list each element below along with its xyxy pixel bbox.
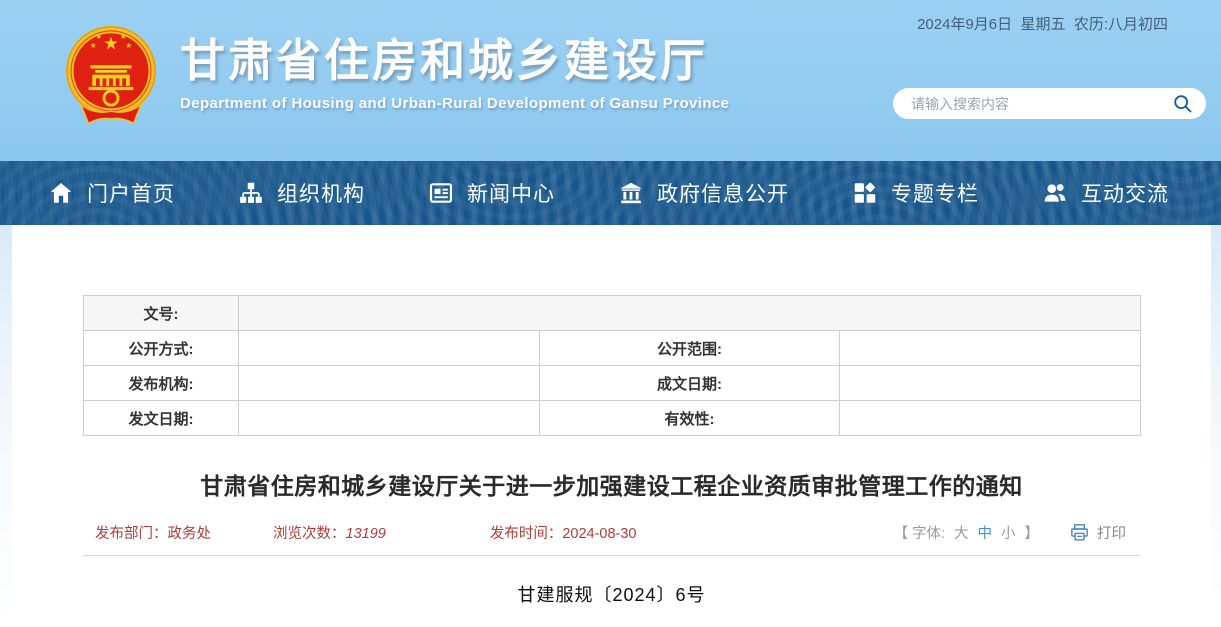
issue-date-label: 发文日期: xyxy=(84,401,239,436)
issuing-agency-value xyxy=(239,366,540,401)
main-nav: 门户首页 组织机构 新闻中心 xyxy=(0,161,1221,225)
font-widget-open: 【 字体: xyxy=(893,522,945,543)
content-card: 文号: 公开方式: 公开范围: 发布机构: 成文日期: 发文日期: 有效性: xyxy=(12,225,1211,627)
nav-item-label: 互动交流 xyxy=(1081,178,1169,208)
open-method-label: 公开方式: xyxy=(84,331,239,366)
publish-time-label: 发布时间： xyxy=(490,526,563,542)
table-row: 发布机构: 成文日期: xyxy=(84,366,1141,401)
issue-date-value xyxy=(239,401,540,436)
search-input[interactable] xyxy=(911,96,1172,112)
printer-icon xyxy=(1069,522,1090,543)
view-count-label: 浏览次数： xyxy=(273,526,346,542)
font-size-medium-button[interactable]: 中 xyxy=(978,522,993,543)
publish-dept: 发布部门：政务处 xyxy=(95,522,211,543)
font-size-large-button[interactable]: 大 xyxy=(954,522,969,543)
issuing-agency-label: 发布机构: xyxy=(84,366,239,401)
nav-item-special-topics[interactable]: 专题专栏 xyxy=(852,178,979,208)
nav-item-label: 新闻中心 xyxy=(467,178,555,208)
article-title: 甘肃省住房和城乡建设厅关于进一步加强建设工程企业资质审批管理工作的通知 xyxy=(83,467,1140,501)
nav-item-interaction[interactable]: 互动交流 xyxy=(1042,178,1169,208)
print-button[interactable]: 打印 xyxy=(1069,522,1126,543)
nav-item-label: 组织机构 xyxy=(277,178,365,208)
view-count-value: 13199 xyxy=(346,526,386,542)
nav-item-organization[interactable]: 组织机构 xyxy=(238,178,365,208)
nav-item-gov-info[interactable]: 政府信息公开 xyxy=(618,178,789,208)
doc-number-value xyxy=(239,296,1141,331)
nav-item-label: 门户首页 xyxy=(87,178,175,208)
nav-item-label: 政府信息公开 xyxy=(657,178,789,208)
site-header: 2024年9月6日 星期五 农历:八月初四 xyxy=(0,0,1221,161)
document-info-table: 文号: 公开方式: 公开范围: 发布机构: 成文日期: 发文日期: 有效性: xyxy=(83,295,1141,436)
nav-item-label: 专题专栏 xyxy=(891,178,979,208)
open-method-value xyxy=(239,331,540,366)
people-icon xyxy=(1042,180,1068,206)
topbar-date: 2024年9月6日 星期五 农历:八月初四 xyxy=(917,13,1168,34)
brand: 甘肃省住房和城乡建设厅 Department of Housing and Ur… xyxy=(64,24,729,129)
gov-building-icon xyxy=(618,180,644,206)
nav-item-home[interactable]: 门户首页 xyxy=(48,178,175,208)
article-meta-row: 发布部门：政务处 浏览次数：13199 发布时间：2024-08-30 【 字体… xyxy=(83,522,1140,543)
home-icon xyxy=(48,180,74,206)
publish-time-value: 2024-08-30 xyxy=(562,526,636,542)
font-widget-close: 】 xyxy=(1025,522,1040,543)
table-row: 发文日期: 有效性: xyxy=(84,401,1141,436)
font-size-widget: 【 字体: 大 中 小 】 xyxy=(893,522,1039,543)
publish-time: 发布时间：2024-08-30 xyxy=(490,522,637,543)
open-scope-label: 公开范围: xyxy=(539,331,840,366)
publish-dept-value: 政务处 xyxy=(168,526,212,542)
print-button-label: 打印 xyxy=(1097,522,1126,543)
doc-number-label: 文号: xyxy=(84,296,239,331)
newspaper-icon xyxy=(428,180,454,206)
org-chart-icon xyxy=(238,180,264,206)
search-icon[interactable] xyxy=(1172,93,1194,115)
table-row: 公开方式: 公开范围: xyxy=(84,331,1141,366)
document-number: 甘建服规〔2024〕6号 xyxy=(12,581,1211,607)
page: 2024年9月6日 星期五 农历:八月初四 xyxy=(0,0,1221,627)
meta-divider xyxy=(83,555,1140,556)
brand-text: 甘肃省住房和城乡建设厅 Department of Housing and Ur… xyxy=(180,24,729,112)
site-title: 甘肃省住房和城乡建设厅 xyxy=(180,36,729,86)
font-size-small-button[interactable]: 小 xyxy=(1001,522,1016,543)
open-scope-value xyxy=(840,331,1141,366)
written-date-label: 成文日期: xyxy=(539,366,840,401)
validity-value xyxy=(840,401,1141,436)
china-national-emblem-logo[interactable] xyxy=(64,24,158,129)
view-count: 浏览次数：13199 xyxy=(273,522,386,543)
site-subtitle: Department of Housing and Urban-Rural De… xyxy=(180,95,729,112)
written-date-value xyxy=(840,366,1141,401)
search-box xyxy=(893,88,1206,119)
nav-item-news[interactable]: 新闻中心 xyxy=(428,178,555,208)
publish-dept-label: 发布部门： xyxy=(95,526,168,542)
tiles-icon xyxy=(852,180,878,206)
validity-label: 有效性: xyxy=(539,401,840,436)
table-row: 文号: xyxy=(84,296,1141,331)
